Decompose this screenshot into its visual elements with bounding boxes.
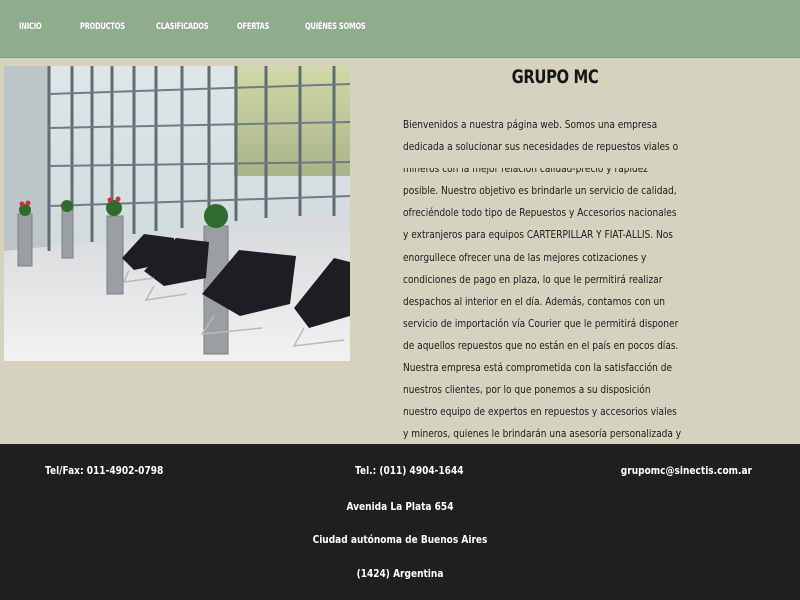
footer-address: Avenida La Plata 654 [346, 500, 454, 513]
nav-item-inicio[interactable]: INICIO [19, 22, 42, 32]
nav-item-productos[interactable]: PRODUCTOS [80, 22, 125, 32]
footer-city: Ciudad autónoma de Buenos Aires [312, 533, 488, 546]
top-navigation: INICIO PRODUCTOS CLASIFICADOS OFERTAS QU… [0, 0, 800, 58]
footer-tel-fax: Tel/Fax: 011-4902-0798 [45, 464, 164, 477]
footer-email-link[interactable]: grupomc@sinectis.com.ar [621, 464, 752, 477]
nav-item-quienes-somos[interactable]: QUIÉNES SOMOS [305, 22, 366, 32]
office-lobby-image [4, 66, 350, 361]
nav-item-clasificados[interactable]: CLASIFICADOS [156, 22, 209, 32]
footer-postal: (1424) Argentina [356, 567, 444, 580]
nav-item-ofertas[interactable]: OFERTAS [237, 22, 269, 32]
footer-telephone: Tel.: (011) 4904-1644 [355, 464, 464, 477]
text-overlap-band [396, 162, 726, 168]
page-title: GRUPO MC [511, 66, 599, 88]
footer: Tel/Fax: 011-4902-0798 Tel.: (011) 4904-… [0, 444, 800, 600]
